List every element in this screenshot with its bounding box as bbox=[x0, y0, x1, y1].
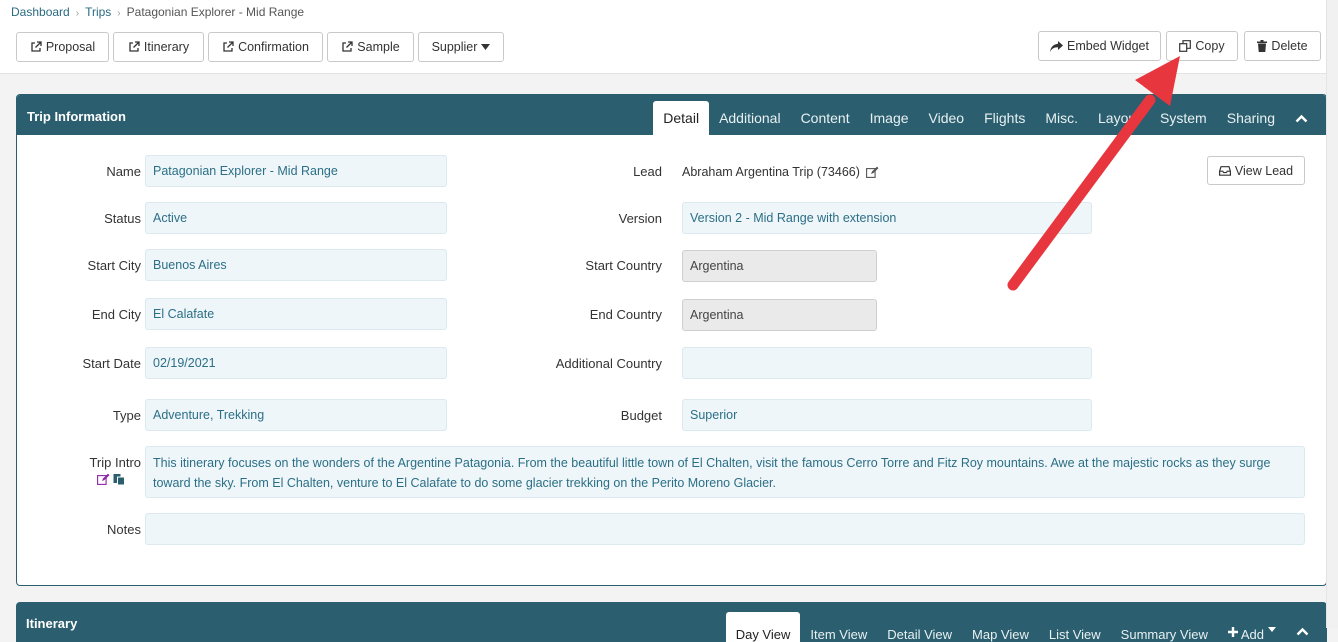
embed-widget-label: Embed Widget bbox=[1067, 39, 1149, 53]
sample-label: Sample bbox=[357, 40, 400, 54]
tab-additional[interactable]: Additional bbox=[709, 101, 791, 135]
chevron-up-icon bbox=[1296, 627, 1309, 636]
share-icon bbox=[1050, 40, 1063, 52]
paste-icon[interactable] bbox=[113, 473, 125, 485]
proposal-label: Proposal bbox=[45, 40, 96, 54]
lead-label: Lead bbox=[633, 164, 662, 179]
trip-intro-label: Trip Intro bbox=[89, 455, 141, 470]
lead-text: Abraham Argentina Trip (73466) bbox=[682, 165, 860, 179]
tab-detail[interactable]: Detail bbox=[653, 101, 710, 135]
itinerary-tabs: Day View Item View Detail View Map View … bbox=[725, 608, 1327, 642]
lead-value: Abraham Argentina Trip (73466) bbox=[682, 165, 879, 179]
notes-field[interactable] bbox=[145, 513, 1305, 545]
trip-information-panel: Trip Information Detail Additional Conte… bbox=[16, 94, 1327, 586]
copy-icon bbox=[1179, 40, 1192, 52]
page-scrollbar[interactable] bbox=[1326, 0, 1338, 628]
budget-label: Budget bbox=[620, 408, 662, 423]
delete-button[interactable]: Delete bbox=[1244, 31, 1321, 61]
trip-tabs: Detail Additional Content Image Video Fl… bbox=[653, 101, 1326, 135]
tab-misc[interactable]: Misc. bbox=[1035, 101, 1088, 135]
start-city-label: Start City bbox=[87, 258, 141, 273]
tab-item-view[interactable]: Item View bbox=[800, 612, 877, 642]
tab-day-view[interactable]: Day View bbox=[725, 612, 801, 642]
collapse-itinerary-button[interactable] bbox=[1286, 612, 1327, 642]
external-link-icon bbox=[222, 41, 234, 53]
additional-country-label: Additional Country bbox=[555, 356, 662, 371]
edit-icon[interactable] bbox=[97, 473, 110, 485]
trash-icon bbox=[1257, 40, 1268, 52]
copy-label: Copy bbox=[1195, 39, 1225, 53]
sample-button[interactable]: Sample bbox=[327, 32, 414, 62]
trip-intro-field[interactable]: This itinerary focuses on the wonders of… bbox=[145, 446, 1305, 498]
status-label: Status bbox=[104, 211, 141, 226]
trip-information-header: Trip Information Detail Additional Conte… bbox=[17, 95, 1326, 135]
notes-label: Notes bbox=[107, 522, 141, 537]
tab-summary-view[interactable]: Summary View bbox=[1111, 612, 1218, 642]
tab-flights[interactable]: Flights bbox=[974, 101, 1035, 135]
type-label: Type bbox=[112, 408, 141, 423]
start-city-field[interactable]: Buenos Aires bbox=[145, 249, 447, 281]
view-lead-button[interactable]: View Lead bbox=[1207, 156, 1305, 185]
itinerary-label: Itinerary bbox=[143, 40, 190, 54]
version-label: Version bbox=[618, 211, 662, 226]
breadcrumb-separator: › bbox=[117, 8, 121, 19]
type-field[interactable]: Adventure, Trekking bbox=[145, 399, 447, 431]
confirmation-label: Confirmation bbox=[238, 40, 309, 54]
breadcrumb-trips[interactable]: Trips bbox=[85, 5, 111, 19]
copy-button[interactable]: Copy bbox=[1166, 31, 1238, 61]
itinerary-button[interactable]: Itinerary bbox=[113, 32, 204, 62]
tab-video[interactable]: Video bbox=[919, 101, 975, 135]
end-country-field[interactable]: Argentina bbox=[682, 299, 877, 331]
external-link-icon bbox=[30, 41, 42, 53]
budget-field[interactable]: Superior bbox=[682, 399, 1092, 431]
start-country-label: Start Country bbox=[585, 258, 662, 273]
panel-title: Trip Information bbox=[27, 109, 126, 124]
inbox-icon bbox=[1218, 165, 1231, 176]
version-field[interactable]: Version 2 - Mid Range with extension bbox=[682, 202, 1092, 234]
collapse-panel-button[interactable] bbox=[1285, 101, 1326, 135]
tab-map-view[interactable]: Map View bbox=[962, 612, 1039, 642]
plus-icon bbox=[1227, 627, 1238, 637]
tab-detail-view[interactable]: Detail View bbox=[877, 612, 962, 642]
tab-content[interactable]: Content bbox=[791, 101, 860, 135]
breadcrumb-separator: › bbox=[75, 8, 80, 19]
caret-down-icon bbox=[481, 44, 491, 50]
itinerary-title: Itinerary bbox=[26, 616, 78, 631]
supplier-label: Supplier bbox=[431, 40, 478, 54]
external-link-icon bbox=[128, 41, 140, 53]
delete-label: Delete bbox=[1271, 39, 1308, 53]
end-city-field[interactable]: El Calafate bbox=[145, 298, 447, 330]
status-field[interactable]: Active bbox=[145, 202, 447, 234]
tab-sharing[interactable]: Sharing bbox=[1217, 101, 1285, 135]
edit-icon[interactable] bbox=[865, 166, 879, 178]
view-lead-label: View Lead bbox=[1234, 163, 1294, 178]
confirmation-button[interactable]: Confirmation bbox=[208, 32, 323, 62]
start-date-label: Start Date bbox=[82, 356, 141, 371]
add-dropdown[interactable]: Add bbox=[1218, 612, 1286, 642]
external-link-icon bbox=[341, 41, 353, 53]
proposal-button[interactable]: Proposal bbox=[16, 32, 109, 62]
end-country-label: End Country bbox=[589, 307, 662, 322]
tab-image[interactable]: Image bbox=[860, 101, 919, 135]
embed-widget-button[interactable]: Embed Widget bbox=[1038, 31, 1161, 61]
tab-layout[interactable]: Layout bbox=[1088, 101, 1150, 135]
top-toolbar: Dashboard › Trips › Patagonian Explorer - Mi… bbox=[0, 0, 1338, 74]
tab-system[interactable]: System bbox=[1150, 101, 1217, 135]
breadcrumb: Dashboard › Trips › Patagonian Explorer - Mi… bbox=[11, 5, 304, 19]
tab-list-view[interactable]: List View bbox=[1039, 612, 1111, 642]
name-field[interactable]: Patagonian Explorer - Mid Range bbox=[145, 155, 447, 187]
start-country-field[interactable]: Argentina bbox=[682, 250, 877, 282]
add-label: Add bbox=[1240, 627, 1264, 642]
breadcrumb-current: Patagonian Explorer - Mid Range bbox=[126, 5, 305, 19]
start-date-field[interactable]: 02/19/2021 bbox=[145, 347, 447, 379]
trip-intro-tools bbox=[97, 473, 125, 485]
breadcrumb-dashboard[interactable]: Dashboard bbox=[11, 5, 70, 19]
end-city-label: End City bbox=[91, 307, 141, 322]
additional-country-field[interactable] bbox=[682, 347, 1092, 379]
itinerary-panel-header: Itinerary Day View Item View Detail View… bbox=[16, 602, 1327, 642]
supplier-dropdown-button[interactable]: Supplier bbox=[418, 32, 504, 62]
name-label: Name bbox=[106, 164, 141, 179]
chevron-up-icon bbox=[1295, 114, 1308, 123]
